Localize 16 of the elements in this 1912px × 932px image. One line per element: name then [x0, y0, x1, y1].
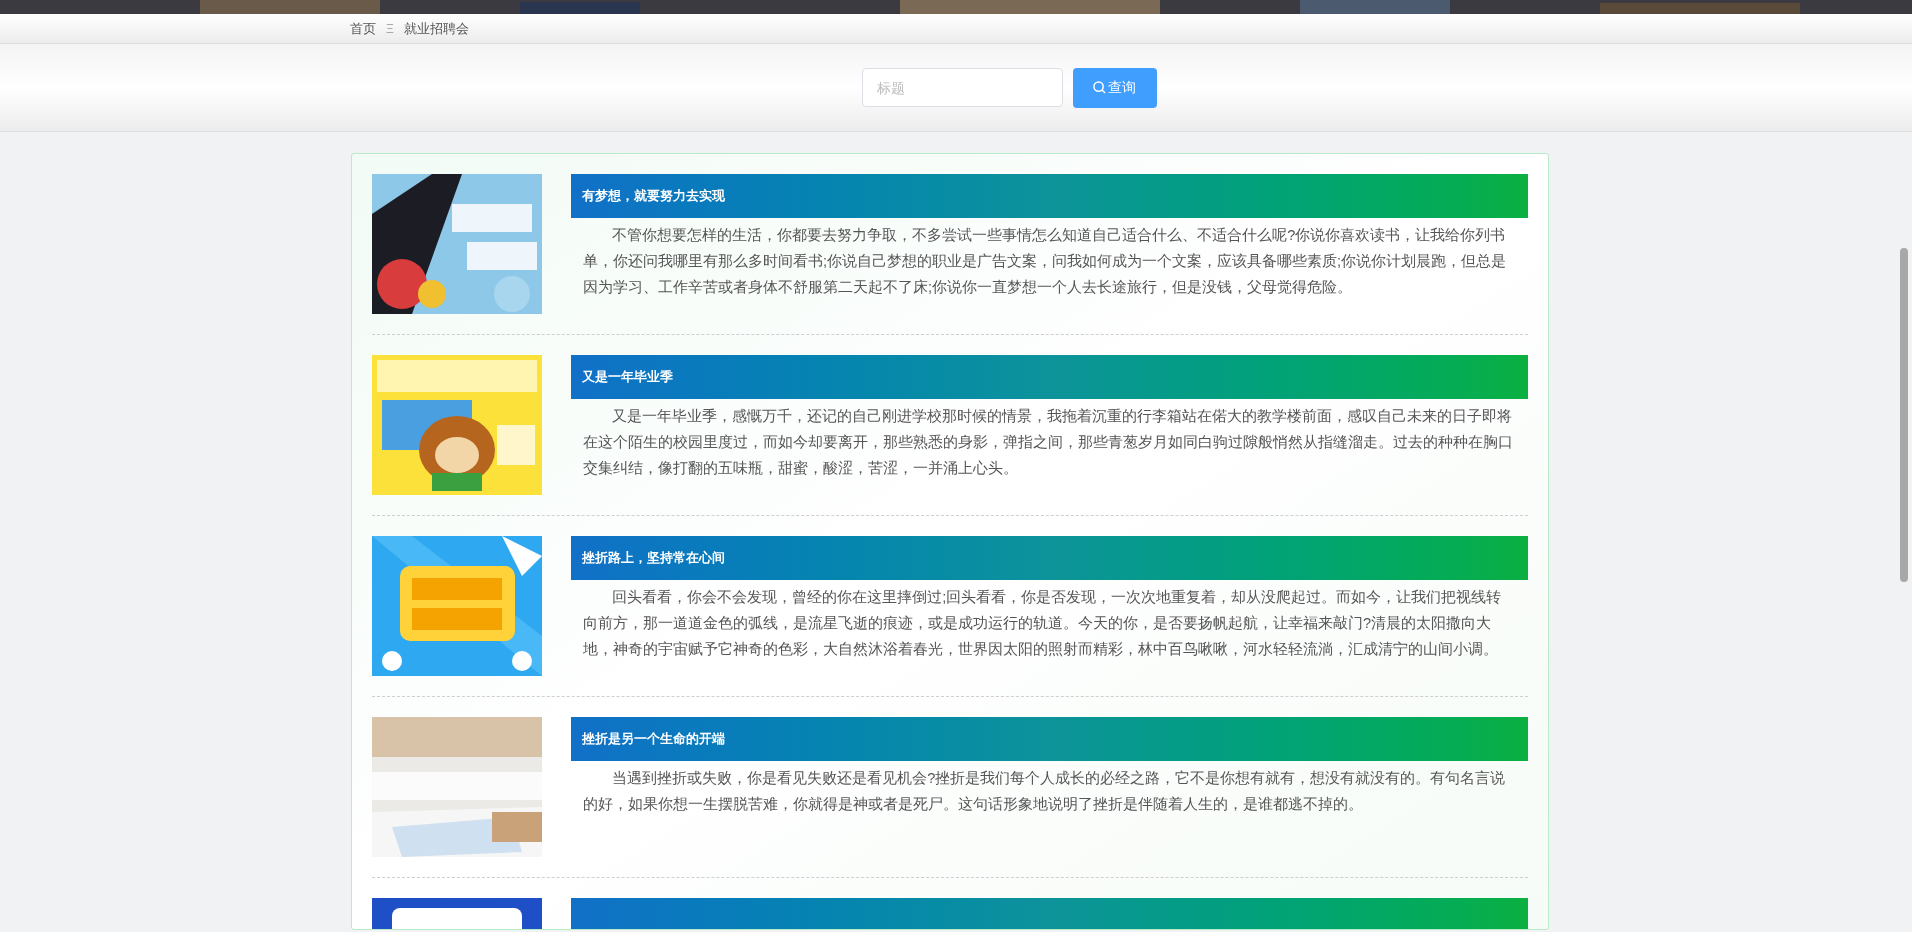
article-summary: 又是一年毕业季，感慨万千，还记的自己刚进学校那时候的情景，我拖着沉重的行李箱站在偌大的教学楼前面，感叹自己未来的日子即将在这个陌生的校园里度过，而如今却要离开，那些熟悉的身影，弹指之间，那些青葱岁月如同白驹过隙般悄然从指缝溜走。过去的种种在胸口交集纠结，像打翻的五味瓶，甜蜜，酸涩，苦涩，一并涌上心头。 [582, 407, 1514, 478]
breadcrumb-link[interactable]: 首页 [350, 18, 376, 39]
article-title-bar[interactable]: 又是一年毕业季 [571, 355, 1528, 399]
article-title-bar[interactable] [571, 898, 1528, 929]
scrollbar-thumb[interactable] [1900, 248, 1908, 582]
article-summary: 当遇到挫折或失败，你是看见失败还是看见机会?挫折是我们每个人成长的必经之路，它不是你想有就有，想没有就没有的。有句名言说的好，如果你想一生摆脱苦难，你就得是神或者是死尸。这句话形象地说明了挫折是伴随着人生的，是谁都逃不掉的。 [582, 769, 1507, 814]
breadcrumb-link[interactable]: 就业招聘会 [403, 18, 469, 39]
search-button[interactable]: 查询 [1072, 67, 1157, 108]
search-icon [1093, 81, 1106, 94]
article-summary: 回头看看，你会不会发现，曾经的你在这里摔倒过;回头看看，你是否发现，一次次地重复着，却从没爬起过。而如今，让我们把视线转向前方，那一道道金色的弧线，是流星飞逝的痕迹，或是成功运行的轨道。今天的你，是否要扬帆起航，让幸福来敲门?清晨的太阳撒向大地，神奇的宇宙赋予它神奇的色彩，大自然沐浴着春光，世界因太阳的照射而精彩，林中百鸟啾啾，河水轻轻流淌，汇成清宁的山间小调。 [582, 588, 1503, 659]
article-title-bar[interactable]: 挫折是另一个生命的开端 [571, 717, 1528, 761]
article-summary: 不管你想要怎样的生活，你都要去努力争取，不多尝试一些事情怎么知道自己适合什么、不适合什么呢?你说你喜欢读书，让我给你列书单，你还问我哪里有那么多时间看书;你说自己梦想的职业是广告文案，问我如何成为一个文案，应该具备哪些素质;你说你计划晨跑，但总是因为学习、工作辛苦或者身体不舒服第二天起不了床;你说你一直梦想一个人去长途旅行，但是没钱，父母觉得危险。 [582, 226, 1508, 297]
search-field[interactable]: 标题 [861, 68, 1063, 107]
breadcrumb-separator: Ξ [386, 20, 394, 38]
article-title-bar[interactable]: 挫折路上，坚持常在心间 [571, 536, 1528, 580]
article-title-bar[interactable]: 有梦想，就要努力去实现 [571, 174, 1528, 218]
